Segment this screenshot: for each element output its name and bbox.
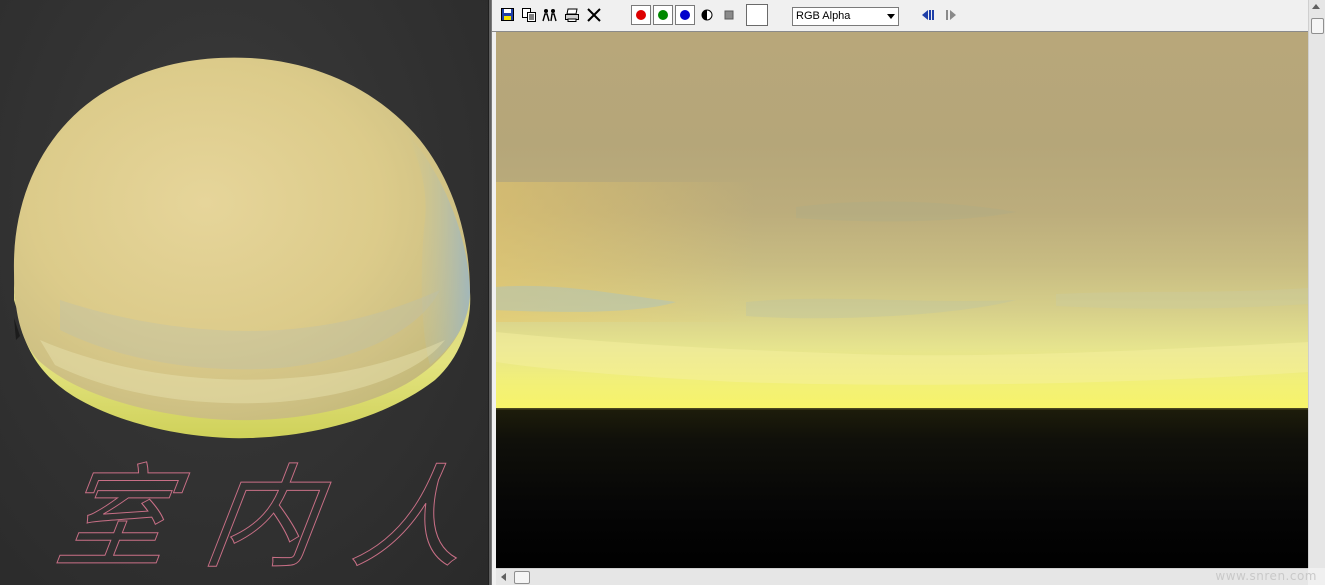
blue-dot-icon — [680, 10, 690, 20]
watermark-glyph: 内 — [196, 454, 328, 585]
watermark-logo: 室 内 人 — [48, 454, 475, 585]
frame-buffer-toolbar: RGB Alpha — [492, 0, 1325, 32]
save-icon[interactable] — [500, 7, 516, 23]
vertical-scrollbar[interactable] — [1308, 0, 1325, 568]
red-dot-icon — [636, 10, 646, 20]
scroll-up-icon[interactable] — [1312, 4, 1320, 9]
horizontal-scrollbar[interactable] — [496, 568, 1308, 585]
horizontal-scroll-thumb[interactable] — [514, 571, 530, 584]
clear-icon[interactable] — [586, 7, 602, 23]
next-frame-icon[interactable] — [943, 7, 959, 23]
alpha-icon[interactable] — [721, 7, 737, 23]
blue-channel-button[interactable] — [675, 5, 695, 25]
watermark-glyph: 人 — [344, 454, 476, 585]
site-watermark: www.snren.com — [1215, 569, 1317, 583]
monochrome-icon[interactable] — [699, 7, 715, 23]
render-sky-panorama — [496, 32, 1308, 568]
rendered-image[interactable] — [496, 32, 1308, 568]
vertical-scroll-thumb[interactable] — [1311, 18, 1324, 34]
red-channel-button[interactable] — [631, 5, 651, 25]
green-channel-button[interactable] — [653, 5, 673, 25]
channel-select-value: RGB Alpha — [796, 10, 851, 22]
rendered-frame-window: RGB Alpha — [492, 0, 1325, 585]
scroll-left-icon[interactable] — [501, 573, 506, 581]
print-icon[interactable] — [564, 7, 580, 23]
viewport-3d[interactable]: 室 内 人 — [0, 0, 488, 585]
channel-display-select[interactable]: RGB Alpha — [792, 7, 899, 26]
green-dot-icon — [658, 10, 668, 20]
clone-icon[interactable] — [542, 7, 558, 23]
color-swatch[interactable] — [746, 4, 768, 26]
chevron-down-icon — [884, 8, 898, 25]
watermark-glyph: 室 — [48, 454, 180, 585]
copy-icon[interactable] — [521, 7, 537, 23]
previous-frame-icon[interactable] — [921, 7, 937, 23]
